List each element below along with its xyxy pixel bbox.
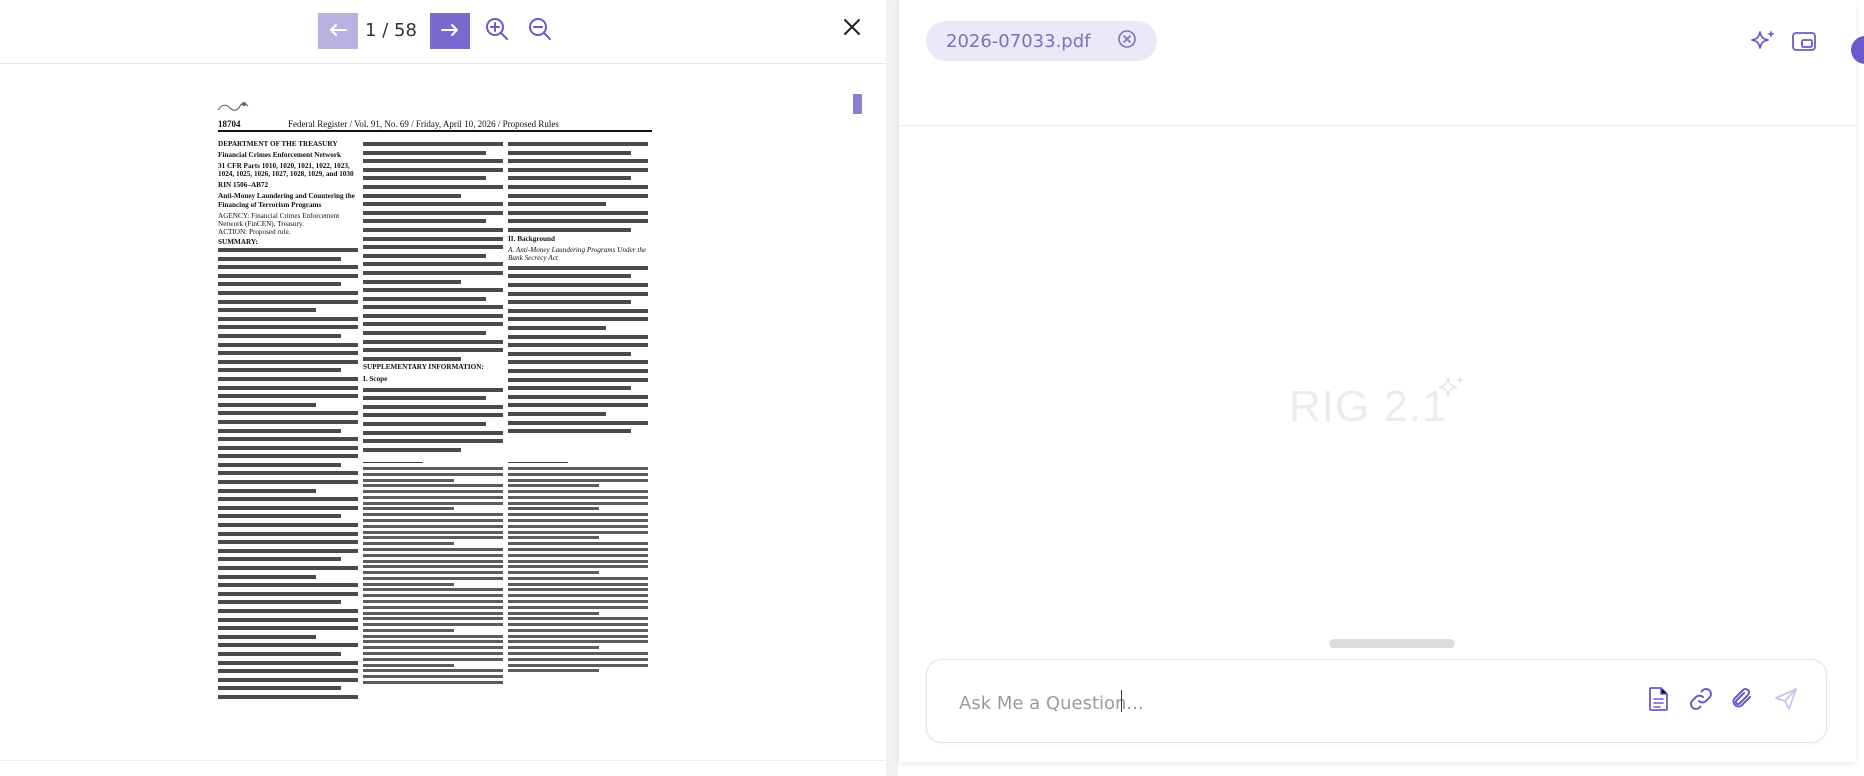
pdf-running-header: 18704 Federal Register / Vol. 91, No. 69… [218, 118, 652, 132]
pdf-col2-text-bottom [363, 385, 503, 454]
question-input[interactable] [959, 690, 1609, 716]
pdf-column-3: II. Background A. Anti-Money Laundering … [508, 140, 648, 460]
pdf-scope-heading: I. Scope [363, 374, 388, 383]
pdf-column-1: DEPARTMENT OF THE TREASURY Financial Cri… [218, 140, 358, 700]
footnote-rule-col2 [363, 462, 423, 463]
link-button[interactable] [1684, 684, 1718, 718]
pdf-footnotes-col3 [508, 466, 648, 702]
send-icon [1772, 685, 1800, 718]
chat-panel: 2026-07033.pdf RIG 2.1 [898, 0, 1864, 762]
viewer-divider [0, 760, 886, 761]
close-viewer-button[interactable] [837, 14, 867, 44]
paperclip-icon [1729, 685, 1757, 718]
federal-register-logo [216, 100, 250, 116]
next-page-button[interactable] [430, 13, 470, 49]
previous-page-button[interactable] [318, 13, 358, 49]
pdf-col3-text-bottom [508, 263, 648, 436]
page-indicator: 1 / 58 [365, 20, 417, 41]
link-icon [1687, 685, 1715, 718]
pdf-col3-text-top [508, 140, 648, 235]
window-layout-button[interactable] [1789, 28, 1821, 60]
pdf-viewer: 1 / 58 18704 Federal Register / Vol. 91,… [0, 0, 886, 776]
pdf-page: 18704 Federal Register / Vol. 91, No. 69… [212, 100, 652, 700]
close-icon [841, 16, 863, 43]
viewer-toolbar: 1 / 58 [0, 0, 886, 64]
total-pages: 58 [394, 20, 417, 41]
pdf-page-number: 18704 [218, 119, 241, 129]
pdf-column-2: SUPPLEMENTARY INFORMATION: I. Scope [363, 140, 503, 460]
close-circle-icon [1117, 29, 1137, 54]
pdf-agency: DEPARTMENT OF THE TREASURY [218, 140, 338, 148]
file-chip-name: 2026-07033.pdf [946, 30, 1091, 52]
chat-scroll-handle[interactable] [1329, 639, 1455, 648]
pdf-running-title: Federal Register / Vol. 91, No. 69 / Fri… [288, 119, 559, 129]
document-icon [1645, 685, 1671, 718]
chat-header: 2026-07033.pdf [899, 0, 1857, 126]
ai-sparkle-button[interactable] [1747, 28, 1779, 60]
arrow-left-icon [328, 23, 348, 40]
file-chip[interactable]: 2026-07033.pdf [926, 21, 1157, 61]
current-page: 1 [365, 20, 377, 41]
pdf-action-line: ACTION: Proposed rule. [218, 227, 291, 236]
pdf-col2-text-top [363, 140, 503, 363]
sparkle-icon [1748, 27, 1778, 62]
pdf-summary-label: SUMMARY: [218, 237, 258, 246]
page-separator: / [382, 20, 389, 41]
window-layout-icon [1790, 27, 1820, 62]
pdf-background-subheading: A. Anti-Money Laundering Programs Under … [508, 245, 647, 262]
footnote-rule-col3 [508, 462, 568, 463]
watermark-text: RIG 2.1 [1289, 382, 1448, 431]
scroll-position-marker[interactable] [853, 94, 862, 114]
text-cursor [1121, 690, 1122, 712]
arrow-right-icon [440, 23, 460, 40]
zoom-in-button[interactable] [482, 16, 512, 46]
pdf-cfr-parts: 31 CFR Parts 1010, 1020, 1021, 1022, 102… [218, 162, 354, 179]
pdf-background-heading: II. Background [508, 234, 556, 243]
panel-divider [886, 0, 898, 776]
pdf-supplementary-heading: SUPPLEMENTARY INFORMATION: [363, 363, 484, 372]
pdf-sub-agency: Financial Crimes Enforcement Network [218, 151, 342, 160]
question-input-box [926, 659, 1827, 743]
attach-button[interactable] [1726, 684, 1760, 718]
pdf-rule-title: Anti-Money Laundering and Countering the… [218, 192, 355, 209]
pdf-rin: RIN 1506–AB72 [218, 181, 269, 190]
chip-close-button[interactable] [1117, 29, 1137, 54]
zoom-out-icon [527, 16, 553, 47]
watermark-sparkle-icon [1434, 372, 1468, 411]
zoom-out-button[interactable] [525, 16, 555, 46]
pdf-agency-line: AGENCY: Financial Crimes Enforcement Net… [218, 211, 340, 228]
document-button[interactable] [1641, 684, 1675, 718]
pdf-footnotes-col2 [363, 466, 503, 702]
send-button[interactable] [1769, 684, 1803, 718]
pdf-summary-text [218, 246, 358, 700]
zoom-in-icon [484, 16, 510, 47]
